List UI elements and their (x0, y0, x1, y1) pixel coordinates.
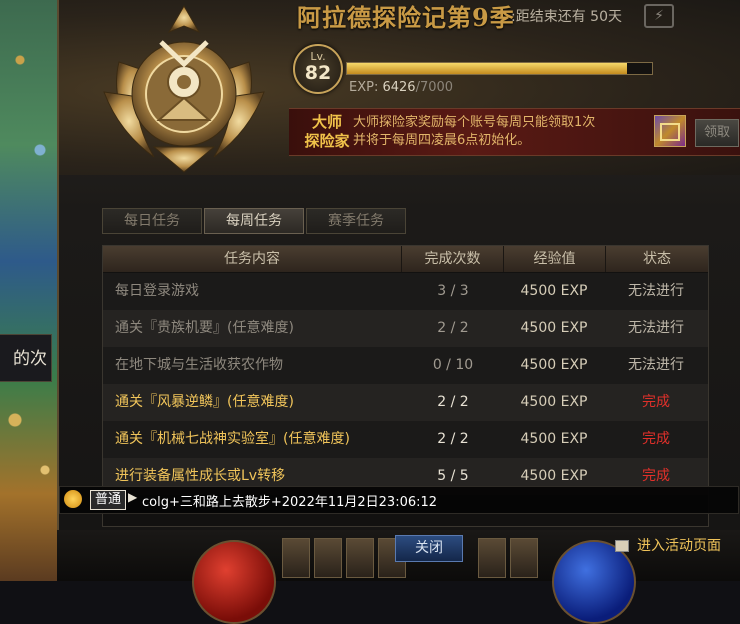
table-row[interactable]: 通关『风暴逆鳞』(任意难度) 2 / 2 4500 EXP 完成 (103, 384, 708, 421)
task-count: 0 / 10 (432, 357, 474, 373)
exp-label: EXP: (349, 80, 379, 95)
close-button[interactable]: 关闭 (395, 535, 463, 562)
task-exp: 4500 EXP (520, 394, 588, 410)
exp-max: /7000 (415, 80, 454, 95)
master-title-line1: 大师 (311, 113, 342, 131)
level-badge: Lv. 82 (293, 44, 343, 94)
skill-slot[interactable] (510, 538, 538, 578)
play-arrow-icon: ▶ (128, 490, 138, 504)
chat-bar[interactable]: 普通 ▶ colg+三和路上去散步+2022年11月2日23:06:12 (59, 486, 739, 514)
task-status: 无法进行 (628, 320, 684, 336)
skill-slot[interactable] (346, 538, 374, 578)
task-exp: 4500 EXP (520, 283, 588, 299)
season-emblem-icon (103, 4, 265, 173)
season-title: 阿拉德探险记第9季 (297, 3, 515, 32)
adventure-panel: 阿拉德探险记第9季 :距结束还有 50天 ⚡ Lv. 82 EXP: 6426/… (57, 0, 740, 530)
level-value: 82 (304, 62, 332, 84)
side-tooltip-fragment: 的次 (0, 334, 52, 382)
task-table-header: 任务内容 完成次数 经验值 状态 (103, 246, 708, 272)
exp-readout: EXP: 6426/7000 (349, 80, 453, 95)
chat-channel-selector[interactable]: 普通 (90, 490, 126, 510)
table-row[interactable]: 在地下城与生活收获农作物 0 / 10 4500 EXP 无法进行 (103, 347, 708, 384)
task-count: 2 / 2 (437, 431, 469, 447)
task-count: 2 / 2 (437, 394, 469, 410)
task-count: 3 / 3 (437, 283, 469, 299)
master-explorer-description: 大师探险家奖励每个账号每周只能领取1次 并将于每周四凌晨6点初始化。 (353, 114, 643, 150)
task-name: 通关『机械七战神实验室』(任意难度) (115, 431, 350, 447)
task-status: 无法进行 (628, 357, 684, 373)
column-header-task: 任务内容 (103, 246, 402, 272)
task-table: 任务内容 完成次数 经验值 状态 每日登录游戏 3 / 3 4500 EXP 无… (102, 245, 709, 527)
task-exp: 4500 EXP (520, 431, 588, 447)
task-count: 2 / 2 (437, 320, 469, 336)
column-header-exp: 经验值 (504, 246, 606, 272)
season-time-left: :距结束还有 50天 (511, 9, 622, 25)
task-status: 无法进行 (628, 283, 684, 299)
task-name: 在地下城与生活收获农作物 (115, 357, 283, 373)
master-desc-line1: 大师探险家奖励每个账号每周只能领取1次 (353, 115, 596, 130)
master-explorer-bar: 大师 探险家 大师探险家奖励每个账号每周只能领取1次 并将于每周四凌晨6点初始化… (289, 108, 740, 156)
emoji-icon[interactable] (64, 490, 82, 508)
exp-progress-fill (347, 63, 627, 74)
tab-season[interactable]: 赛季任务 (306, 208, 406, 234)
lightning-icon[interactable]: ⚡ (644, 4, 674, 28)
enter-event-page-link[interactable]: 进入活动页面 (615, 535, 721, 555)
column-header-status: 状态 (606, 246, 708, 272)
exp-progress-bar (346, 62, 653, 75)
task-name: 通关『风暴逆鳞』(任意难度) (115, 394, 294, 410)
master-explorer-title: 大师 探险家 (297, 113, 357, 151)
task-status: 完成 (642, 431, 670, 447)
skill-slot[interactable] (478, 538, 506, 578)
task-name: 通关『贵族机要』(任意难度) (115, 320, 294, 336)
task-exp: 4500 EXP (520, 320, 588, 336)
background-decoration (0, 0, 62, 581)
chat-message: colg+三和路上去散步+2022年11月2日23:06:12 (142, 495, 438, 510)
hp-orb (192, 540, 276, 624)
column-header-count: 完成次数 (402, 246, 504, 272)
exp-current: 6426 (382, 80, 416, 95)
claim-button[interactable]: 领取 (695, 119, 739, 147)
master-title-line2: 探险家 (304, 132, 350, 150)
skill-slot[interactable] (314, 538, 342, 578)
page-icon (615, 540, 629, 552)
table-row[interactable]: 通关『贵族机要』(任意难度) 2 / 2 4500 EXP 无法进行 (103, 310, 708, 347)
tab-weekly[interactable]: 每周任务 (204, 208, 304, 234)
table-row[interactable]: 每日登录游戏 3 / 3 4500 EXP 无法进行 (103, 273, 708, 310)
enter-event-page-label: 进入活动页面 (637, 538, 721, 554)
tab-daily[interactable]: 每日任务 (102, 208, 202, 234)
task-status: 完成 (642, 394, 670, 410)
reward-box-icon[interactable] (654, 115, 686, 147)
skill-slot[interactable] (282, 538, 310, 578)
task-exp: 4500 EXP (520, 357, 588, 373)
table-row[interactable]: 通关『机械七战神实验室』(任意难度) 2 / 2 4500 EXP 完成 (103, 421, 708, 458)
master-desc-line2: 并将于每周四凌晨6点初始化。 (353, 133, 531, 148)
task-name: 每日登录游戏 (115, 283, 199, 299)
